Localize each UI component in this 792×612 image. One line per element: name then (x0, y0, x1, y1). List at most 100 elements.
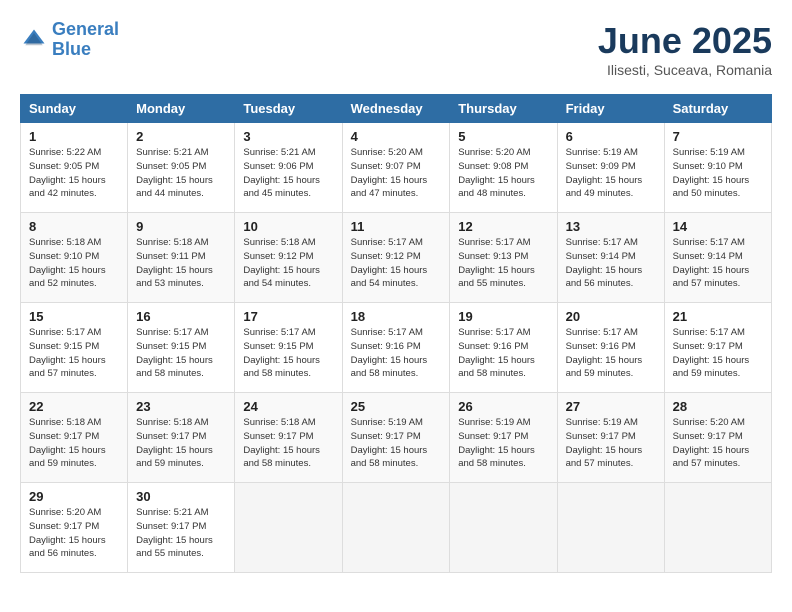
day-info: Sunrise: 5:19 AM Sunset: 9:10 PM Dayligh… (673, 146, 763, 201)
day-number: 24 (243, 399, 333, 414)
calendar-cell: 14 Sunrise: 5:17 AM Sunset: 9:14 PM Dayl… (664, 213, 771, 303)
day-number: 21 (673, 309, 763, 324)
calendar-cell: 2 Sunrise: 5:21 AM Sunset: 9:05 PM Dayli… (128, 123, 235, 213)
day-info: Sunrise: 5:19 AM Sunset: 9:17 PM Dayligh… (351, 416, 442, 471)
calendar-cell: 13 Sunrise: 5:17 AM Sunset: 9:14 PM Dayl… (557, 213, 664, 303)
day-info: Sunrise: 5:19 AM Sunset: 9:09 PM Dayligh… (566, 146, 656, 201)
day-info: Sunrise: 5:20 AM Sunset: 9:08 PM Dayligh… (458, 146, 548, 201)
calendar-cell: 29 Sunrise: 5:20 AM Sunset: 9:17 PM Dayl… (21, 483, 128, 573)
calendar-cell: 7 Sunrise: 5:19 AM Sunset: 9:10 PM Dayli… (664, 123, 771, 213)
day-info: Sunrise: 5:22 AM Sunset: 9:05 PM Dayligh… (29, 146, 119, 201)
calendar-cell: 6 Sunrise: 5:19 AM Sunset: 9:09 PM Dayli… (557, 123, 664, 213)
day-number: 22 (29, 399, 119, 414)
title-block: June 2025 Ilisesti, Suceava, Romania (598, 20, 772, 78)
calendar-cell (450, 483, 557, 573)
calendar-cell: 17 Sunrise: 5:17 AM Sunset: 9:15 PM Dayl… (235, 303, 342, 393)
calendar-header-thursday: Thursday (450, 95, 557, 123)
month-title: June 2025 (598, 20, 772, 62)
day-number: 15 (29, 309, 119, 324)
day-info: Sunrise: 5:17 AM Sunset: 9:16 PM Dayligh… (458, 326, 548, 381)
day-info: Sunrise: 5:20 AM Sunset: 9:17 PM Dayligh… (673, 416, 763, 471)
calendar-header-sunday: Sunday (21, 95, 128, 123)
day-number: 10 (243, 219, 333, 234)
calendar-cell: 25 Sunrise: 5:19 AM Sunset: 9:17 PM Dayl… (342, 393, 450, 483)
calendar-week-1: 1 Sunrise: 5:22 AM Sunset: 9:05 PM Dayli… (21, 123, 772, 213)
calendar-body: 1 Sunrise: 5:22 AM Sunset: 9:05 PM Dayli… (21, 123, 772, 573)
calendar-cell: 30 Sunrise: 5:21 AM Sunset: 9:17 PM Dayl… (128, 483, 235, 573)
page-header: General Blue June 2025 Ilisesti, Suceava… (20, 20, 772, 78)
calendar-cell: 21 Sunrise: 5:17 AM Sunset: 9:17 PM Dayl… (664, 303, 771, 393)
day-info: Sunrise: 5:17 AM Sunset: 9:13 PM Dayligh… (458, 236, 548, 291)
day-info: Sunrise: 5:17 AM Sunset: 9:17 PM Dayligh… (673, 326, 763, 381)
calendar-cell: 23 Sunrise: 5:18 AM Sunset: 9:17 PM Dayl… (128, 393, 235, 483)
logo: General Blue (20, 20, 119, 60)
day-number: 14 (673, 219, 763, 234)
calendar-cell: 18 Sunrise: 5:17 AM Sunset: 9:16 PM Dayl… (342, 303, 450, 393)
day-number: 13 (566, 219, 656, 234)
calendar-week-2: 8 Sunrise: 5:18 AM Sunset: 9:10 PM Dayli… (21, 213, 772, 303)
day-number: 4 (351, 129, 442, 144)
calendar-week-4: 22 Sunrise: 5:18 AM Sunset: 9:17 PM Dayl… (21, 393, 772, 483)
day-info: Sunrise: 5:19 AM Sunset: 9:17 PM Dayligh… (566, 416, 656, 471)
calendar-week-5: 29 Sunrise: 5:20 AM Sunset: 9:17 PM Dayl… (21, 483, 772, 573)
calendar-cell: 26 Sunrise: 5:19 AM Sunset: 9:17 PM Dayl… (450, 393, 557, 483)
day-info: Sunrise: 5:21 AM Sunset: 9:06 PM Dayligh… (243, 146, 333, 201)
day-number: 12 (458, 219, 548, 234)
calendar-cell: 3 Sunrise: 5:21 AM Sunset: 9:06 PM Dayli… (235, 123, 342, 213)
day-info: Sunrise: 5:20 AM Sunset: 9:17 PM Dayligh… (29, 506, 119, 561)
day-info: Sunrise: 5:17 AM Sunset: 9:15 PM Dayligh… (136, 326, 226, 381)
day-info: Sunrise: 5:19 AM Sunset: 9:17 PM Dayligh… (458, 416, 548, 471)
calendar-cell: 27 Sunrise: 5:19 AM Sunset: 9:17 PM Dayl… (557, 393, 664, 483)
day-number: 2 (136, 129, 226, 144)
day-number: 26 (458, 399, 548, 414)
day-number: 28 (673, 399, 763, 414)
calendar-cell: 9 Sunrise: 5:18 AM Sunset: 9:11 PM Dayli… (128, 213, 235, 303)
calendar-cell: 20 Sunrise: 5:17 AM Sunset: 9:16 PM Dayl… (557, 303, 664, 393)
day-number: 8 (29, 219, 119, 234)
calendar-cell: 12 Sunrise: 5:17 AM Sunset: 9:13 PM Dayl… (450, 213, 557, 303)
day-number: 16 (136, 309, 226, 324)
location: Ilisesti, Suceava, Romania (598, 62, 772, 78)
calendar-header-wednesday: Wednesday (342, 95, 450, 123)
day-number: 11 (351, 219, 442, 234)
day-info: Sunrise: 5:18 AM Sunset: 9:17 PM Dayligh… (243, 416, 333, 471)
calendar-cell: 4 Sunrise: 5:20 AM Sunset: 9:07 PM Dayli… (342, 123, 450, 213)
day-info: Sunrise: 5:17 AM Sunset: 9:15 PM Dayligh… (29, 326, 119, 381)
calendar-cell: 22 Sunrise: 5:18 AM Sunset: 9:17 PM Dayl… (21, 393, 128, 483)
day-info: Sunrise: 5:17 AM Sunset: 9:14 PM Dayligh… (673, 236, 763, 291)
day-number: 7 (673, 129, 763, 144)
day-info: Sunrise: 5:18 AM Sunset: 9:17 PM Dayligh… (29, 416, 119, 471)
day-number: 5 (458, 129, 548, 144)
day-info: Sunrise: 5:18 AM Sunset: 9:10 PM Dayligh… (29, 236, 119, 291)
day-number: 27 (566, 399, 656, 414)
calendar-header-monday: Monday (128, 95, 235, 123)
day-number: 29 (29, 489, 119, 504)
day-number: 23 (136, 399, 226, 414)
day-info: Sunrise: 5:18 AM Sunset: 9:11 PM Dayligh… (136, 236, 226, 291)
day-info: Sunrise: 5:17 AM Sunset: 9:16 PM Dayligh… (351, 326, 442, 381)
day-info: Sunrise: 5:17 AM Sunset: 9:12 PM Dayligh… (351, 236, 442, 291)
calendar-cell: 10 Sunrise: 5:18 AM Sunset: 9:12 PM Dayl… (235, 213, 342, 303)
calendar-cell: 15 Sunrise: 5:17 AM Sunset: 9:15 PM Dayl… (21, 303, 128, 393)
calendar-cell (557, 483, 664, 573)
day-number: 6 (566, 129, 656, 144)
day-info: Sunrise: 5:21 AM Sunset: 9:17 PM Dayligh… (136, 506, 226, 561)
day-info: Sunrise: 5:17 AM Sunset: 9:15 PM Dayligh… (243, 326, 333, 381)
day-info: Sunrise: 5:18 AM Sunset: 9:17 PM Dayligh… (136, 416, 226, 471)
calendar-header-saturday: Saturday (664, 95, 771, 123)
calendar-cell (664, 483, 771, 573)
calendar-cell (235, 483, 342, 573)
logo-line1: General (52, 19, 119, 39)
day-info: Sunrise: 5:17 AM Sunset: 9:14 PM Dayligh… (566, 236, 656, 291)
logo-icon (20, 26, 48, 54)
calendar-header-friday: Friday (557, 95, 664, 123)
day-number: 17 (243, 309, 333, 324)
day-number: 18 (351, 309, 442, 324)
day-info: Sunrise: 5:18 AM Sunset: 9:12 PM Dayligh… (243, 236, 333, 291)
calendar-cell (342, 483, 450, 573)
calendar-header-row: SundayMondayTuesdayWednesdayThursdayFrid… (21, 95, 772, 123)
calendar-cell: 24 Sunrise: 5:18 AM Sunset: 9:17 PM Dayl… (235, 393, 342, 483)
calendar-cell: 28 Sunrise: 5:20 AM Sunset: 9:17 PM Dayl… (664, 393, 771, 483)
logo-line2: Blue (52, 39, 91, 59)
calendar-cell: 16 Sunrise: 5:17 AM Sunset: 9:15 PM Dayl… (128, 303, 235, 393)
